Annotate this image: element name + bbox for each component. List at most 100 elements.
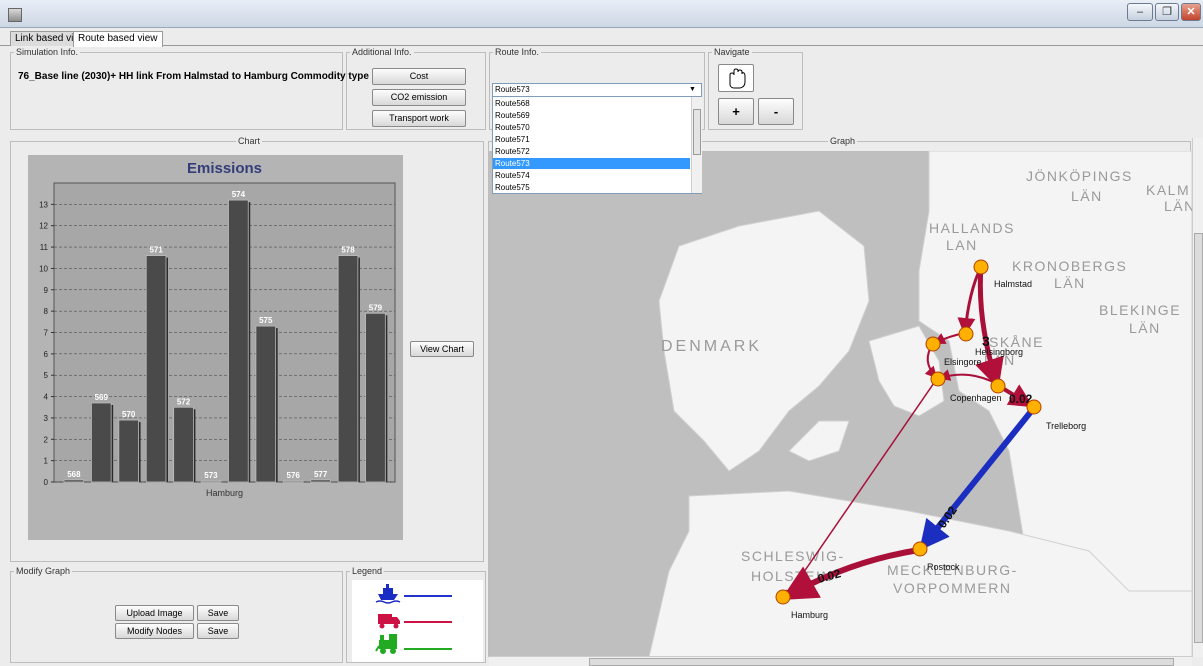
view-chart-button[interactable]: View Chart — [410, 341, 474, 357]
route-option[interactable]: Route571 — [493, 134, 690, 145]
tab-route-based-view[interactable]: Route based view — [73, 31, 163, 47]
svg-text:Hamburg: Hamburg — [791, 610, 828, 620]
save-nodes-button[interactable]: Save — [197, 623, 239, 639]
route-option[interactable]: Route568 — [493, 98, 690, 109]
chart-title: Emissions — [187, 160, 262, 177]
route-option[interactable]: Route569 — [493, 110, 690, 121]
route-info-label: Route Info. — [493, 47, 542, 57]
y-tick-label: 6 — [44, 350, 49, 359]
bar — [118, 419, 139, 483]
bar-data-label: 578 — [341, 246, 355, 255]
bar — [200, 480, 222, 483]
y-tick-label: 13 — [39, 200, 48, 209]
legend-label: Legend — [350, 566, 385, 576]
modify-graph-label: Modify Graph — [14, 566, 73, 576]
route-select[interactable]: Route573 — [492, 83, 702, 97]
bar-data-label: 572 — [177, 397, 191, 406]
node-copenhagen-west[interactable] — [930, 371, 946, 387]
tab-strip — [0, 29, 1203, 46]
chart-svg: Emissions0123456789101112135685695705715… — [39, 160, 396, 498]
svg-text:DENMARK: DENMARK — [661, 338, 762, 355]
bar-data-label: 576 — [287, 471, 301, 480]
node-helsingborg[interactable] — [958, 326, 974, 342]
bar — [282, 480, 304, 483]
svg-text:SCHLESWIG-: SCHLESWIG- — [741, 548, 845, 564]
route-option[interactable]: Route575 — [493, 182, 690, 193]
zoom-out-button[interactable]: - — [758, 98, 794, 125]
node-halmstad[interactable] — [973, 259, 989, 275]
minimize-button[interactable]: – — [1127, 3, 1153, 21]
svg-text:Halmstad: Halmstad — [994, 279, 1032, 289]
maximize-button[interactable]: ❐ — [1155, 3, 1179, 21]
map-horizontal-scrollbar[interactable] — [489, 656, 1192, 666]
y-tick-label: 5 — [44, 371, 49, 380]
bar-data-label: 575 — [259, 316, 273, 325]
route-list-scroll-thumb[interactable] — [693, 109, 701, 155]
route-option[interactable]: Route570 — [493, 122, 690, 133]
route-option[interactable]: Route572 — [493, 146, 690, 157]
bar — [255, 325, 277, 483]
chevron-down-icon[interactable]: ▼ — [689, 86, 696, 93]
bar — [310, 479, 331, 483]
emissions-chart: Emissions 0 1 2 3 4 5 6 7 8 9 10 11 12 13 568 569 570 571 5… — [28, 155, 403, 540]
bar — [63, 479, 85, 483]
node-elsingore[interactable] — [925, 336, 941, 352]
node-hamburg[interactable] — [775, 589, 791, 605]
chart-group-label: Chart — [236, 136, 263, 146]
route-option-selected[interactable]: Route573 — [493, 158, 690, 169]
transport-work-button[interactable]: Transport work — [372, 110, 466, 127]
map-vertical-scrollbar[interactable] — [1192, 138, 1203, 657]
svg-text:Trelleborg: Trelleborg — [1046, 421, 1086, 431]
route-map[interactable]: JÖNKÖPINGS LÄN KALM LÄN HALLANDS LAN KRO… — [489, 151, 1192, 657]
svg-text:Elsingore: Elsingore — [944, 357, 982, 367]
y-tick-label: 4 — [44, 393, 49, 402]
y-tick-label: 3 — [44, 414, 49, 423]
route-option[interactable]: Route574 — [493, 170, 690, 181]
close-button[interactable]: ✕ — [1181, 3, 1201, 21]
y-tick-label: 12 — [39, 222, 48, 231]
bar-data-label: 573 — [204, 471, 218, 480]
svg-text:KALM: KALM — [1146, 182, 1190, 198]
route-list-scrollbar[interactable] — [691, 97, 702, 193]
bar-data-label: 570 — [122, 410, 136, 419]
cost-button[interactable]: Cost — [372, 68, 466, 85]
svg-text:VORPOMMERN: VORPOMMERN — [893, 580, 1011, 596]
y-tick-label: 2 — [44, 435, 49, 444]
app-icon — [8, 8, 22, 22]
bar — [365, 312, 386, 483]
bar-data-label: 571 — [149, 246, 163, 255]
co2-emission-button[interactable]: CO2 emission — [372, 89, 466, 106]
route-dropdown-list[interactable]: Route568 Route569 Route570 Route571 Rout… — [492, 96, 702, 194]
y-tick-label: 1 — [44, 457, 49, 466]
legend-box — [352, 580, 483, 662]
y-tick-label: 9 — [44, 286, 49, 295]
svg-text:LÄN: LÄN — [1129, 320, 1161, 336]
map-vscroll-thumb[interactable] — [1194, 233, 1203, 643]
bar — [173, 406, 194, 483]
upload-image-button[interactable]: Upload Image — [115, 605, 194, 621]
save-image-button[interactable]: Save — [197, 605, 239, 621]
y-tick-label: 7 — [44, 329, 49, 338]
svg-text:BLEKINGE: BLEKINGE — [1099, 302, 1181, 318]
svg-text:JÖNKÖPINGS: JÖNKÖPINGS — [1026, 167, 1133, 184]
node-rostock[interactable] — [912, 541, 928, 557]
svg-text:LÄN: LÄN — [1071, 188, 1103, 204]
map-svg: JÖNKÖPINGS LÄN KALM LÄN HALLANDS LAN KRO… — [648, 151, 1192, 657]
ship-icon — [375, 584, 401, 604]
svg-text:LAN: LAN — [946, 237, 978, 253]
simulation-info-label: Simulation Info. — [14, 47, 81, 57]
node-trelleborg[interactable] — [1026, 399, 1042, 415]
simulation-description: 76_Base line (2030)+ HH link From Halmst… — [18, 71, 378, 82]
y-tick-label: 0 — [44, 478, 49, 487]
bar — [337, 255, 359, 483]
additional-info-label: Additional Info. — [350, 47, 414, 57]
bar — [91, 402, 112, 483]
map-hscroll-thumb[interactable] — [589, 658, 1174, 666]
node-copenhagen[interactable] — [990, 378, 1006, 394]
bar-data-label: 574 — [232, 190, 246, 199]
bar — [145, 255, 167, 483]
svg-text:LÄN: LÄN — [1164, 198, 1192, 214]
modify-nodes-button[interactable]: Modify Nodes — [115, 623, 194, 639]
pan-hand-button[interactable] — [718, 64, 754, 92]
zoom-in-button[interactable]: + — [718, 98, 754, 125]
